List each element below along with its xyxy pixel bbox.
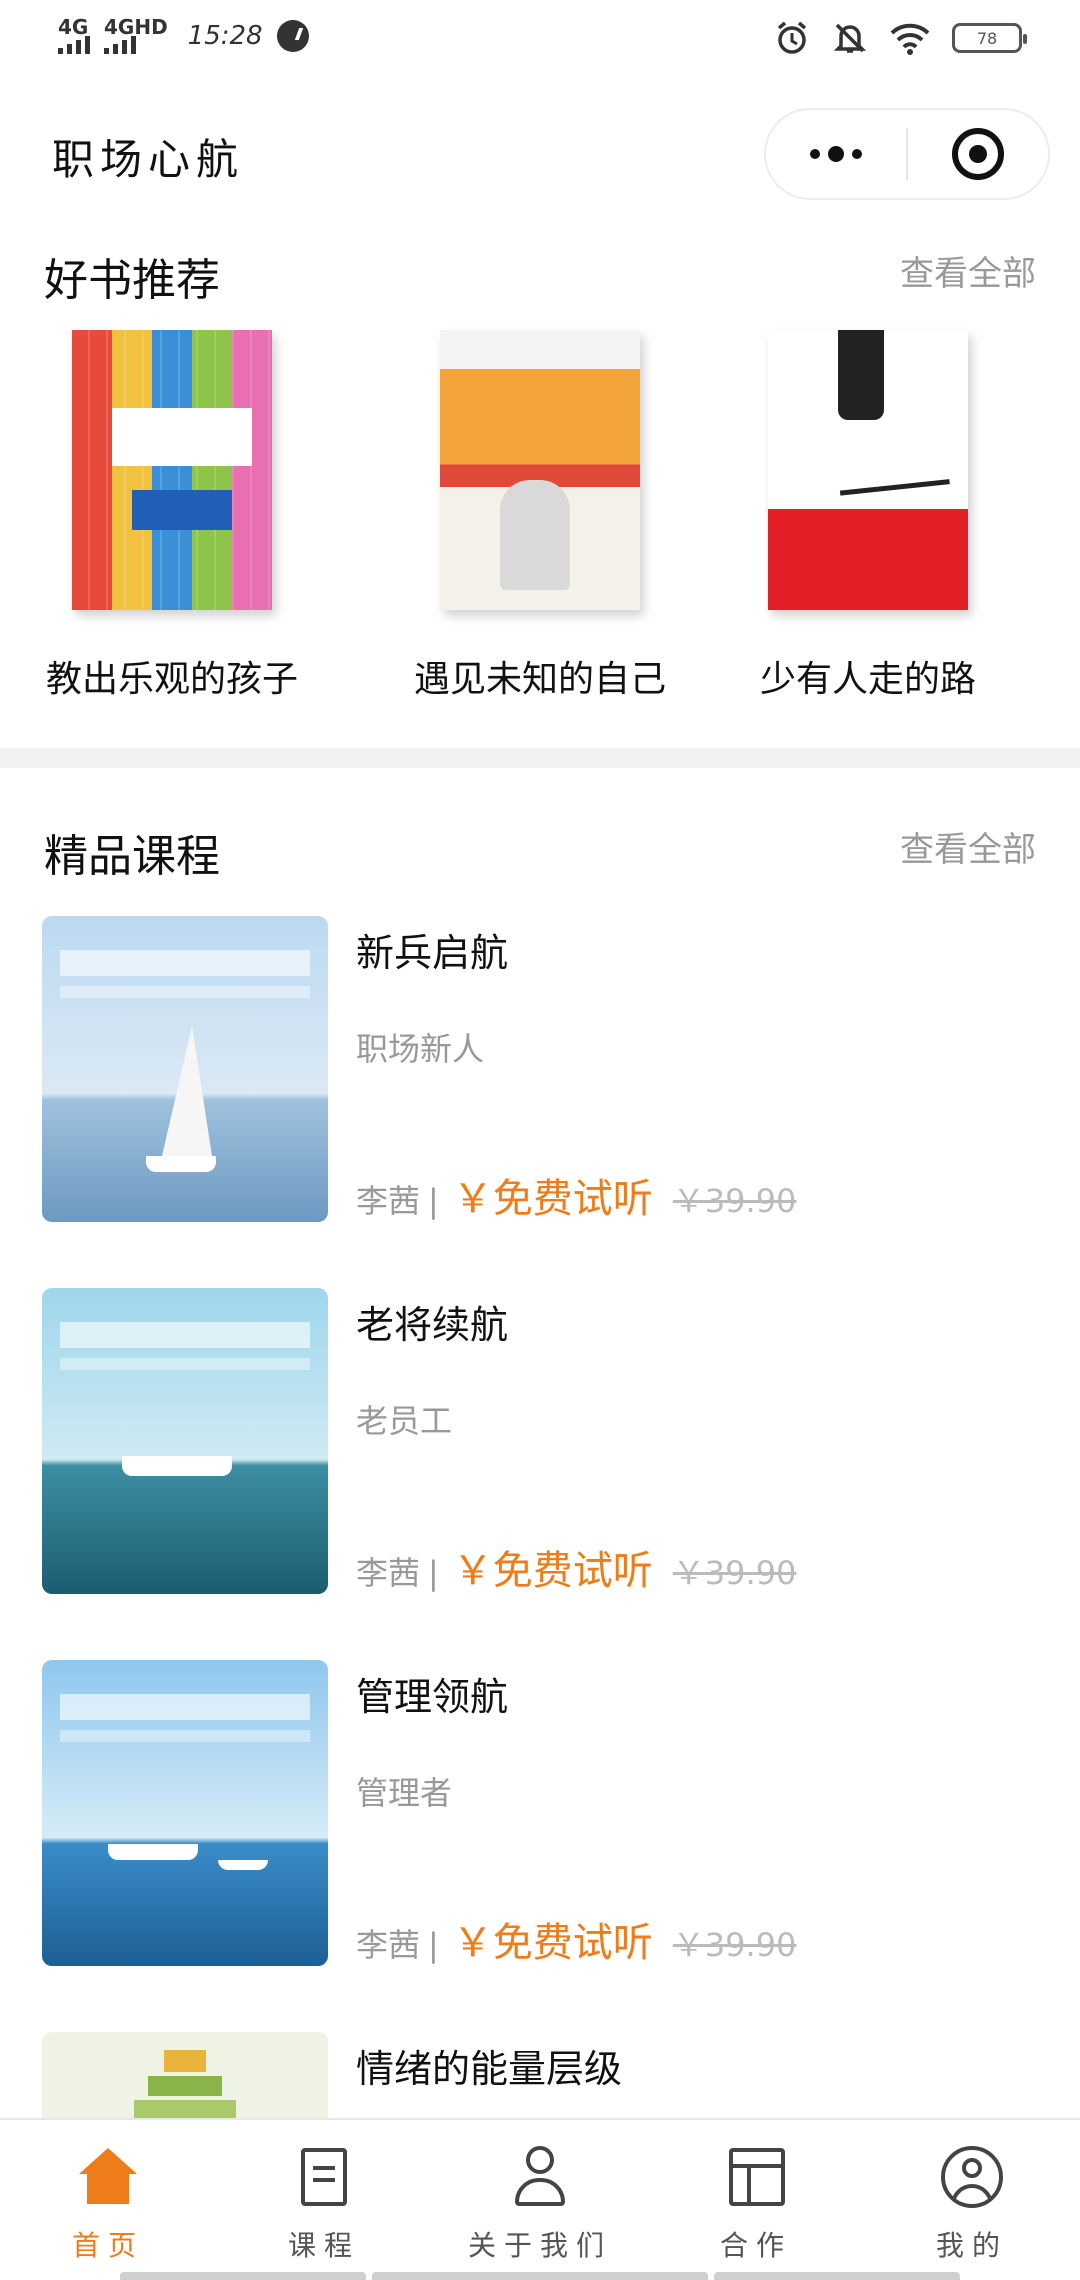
signal-bars-icon — [58, 36, 90, 54]
course-meta: 李茜 | ￥免费试听 ￥39.90 — [356, 1538, 796, 1596]
close-target-icon — [951, 128, 1004, 180]
signal-bars-icon — [104, 36, 136, 54]
wifi-icon — [890, 23, 930, 55]
tab-about-us[interactable]: 关于我们 — [432, 2120, 648, 2280]
status-bar: 4G 4GHD 15:28 78 — [0, 0, 1080, 84]
course-meta: 李茜 | ￥免费试听 ￥39.90 — [356, 1910, 796, 1968]
course-audience: 管理者 — [356, 1774, 453, 1812]
course-card[interactable]: 管理领航 管理者 李茜 | ￥免费试听 ￥39.90 — [0, 1660, 1080, 1970]
book-card[interactable]: 教出乐观的孩子 — [2, 330, 342, 710]
network-type-label: 4G — [58, 15, 89, 39]
user-icon — [509, 2146, 571, 2208]
free-trial-label: ￥免费试听 — [452, 1548, 653, 1594]
book-title: 少有人走的路 — [759, 659, 976, 700]
original-price: ￥39.90 — [672, 1926, 797, 1964]
more-options-button[interactable] — [766, 110, 906, 198]
document-icon — [293, 2146, 355, 2208]
book-cover — [440, 330, 640, 610]
course-thumbnail — [42, 1288, 328, 1594]
tab-label: 课程 — [287, 2229, 360, 2262]
books-section-header: 好书推荐 查看全部 — [0, 236, 1080, 306]
course-author: 李茜 — [356, 1554, 421, 1592]
status-bar-right: 78 — [774, 20, 1027, 56]
signal-indicator-1: 4G — [58, 15, 90, 54]
book-card[interactable]: 少有人走的路 — [698, 330, 1038, 710]
book-list: 教出乐观的孩子 遇见未知的自己 少有人走的路 — [0, 330, 1080, 710]
tab-courses[interactable]: 课程 — [216, 2120, 432, 2280]
mini-program-capsule — [764, 108, 1050, 200]
courses-section-header: 精品课程 查看全部 — [0, 812, 1080, 882]
tab-cooperation[interactable]: 合作 — [648, 2120, 864, 2280]
courses-view-all-link[interactable]: 查看全部 — [900, 822, 1036, 871]
book-cover — [72, 330, 272, 610]
clock: 15:28 — [187, 21, 263, 51]
books-view-all-link[interactable]: 查看全部 — [900, 246, 1036, 295]
tab-mine[interactable]: 我的 — [864, 2120, 1080, 2280]
books-section-title: 好书推荐 — [44, 255, 220, 306]
course-title: 情绪的能量层级 — [356, 2047, 623, 2091]
gesture-bar — [120, 2272, 366, 2280]
book-title: 遇见未知的自己 — [413, 659, 666, 700]
meta-separator: | — [428, 1554, 439, 1592]
course-title: 老将续航 — [356, 1303, 509, 1347]
gesture-bar — [714, 2272, 960, 2280]
bottom-tab-bar: 首页 课程 关于我们 合作 我的 — [0, 2118, 1080, 2280]
profile-icon — [941, 2146, 1003, 2208]
course-thumbnail — [42, 1660, 328, 1966]
course-audience: 职场新人 — [356, 1030, 485, 1068]
gesture-bar — [372, 2272, 708, 2280]
more-dots-icon — [810, 146, 862, 162]
free-trial-label: ￥免费试听 — [452, 1920, 653, 1966]
page-title: 职场心航 — [52, 135, 245, 184]
original-price: ￥39.90 — [672, 1554, 797, 1592]
meta-separator: | — [428, 1182, 439, 1220]
home-icon — [77, 2146, 139, 2208]
tab-label: 我的 — [935, 2229, 1008, 2262]
original-price: ￥39.90 — [672, 1182, 797, 1220]
free-trial-label: ￥免费试听 — [452, 1176, 653, 1222]
battery-level: 78 — [976, 28, 998, 48]
course-thumbnail — [42, 916, 328, 1222]
course-author: 李茜 — [356, 1926, 421, 1964]
network-type-label: 4GHD — [104, 15, 168, 39]
signal-indicator-2: 4GHD — [104, 15, 168, 54]
course-title: 新兵启航 — [356, 931, 509, 975]
mute-bell-icon — [833, 23, 867, 53]
status-bar-left: 4G 4GHD 15:28 — [58, 15, 309, 54]
tab-label: 关于我们 — [467, 2229, 612, 2262]
book-card[interactable]: 遇见未知的自己 — [370, 330, 710, 710]
courses-section-title: 精品课程 — [44, 831, 220, 882]
alarm-icon — [777, 21, 807, 54]
mini-program-nav-bar: 职场心航 — [0, 84, 1080, 234]
layout-icon — [725, 2146, 787, 2208]
tab-label: 合作 — [719, 2229, 792, 2262]
book-title: 教出乐观的孩子 — [45, 659, 298, 700]
course-card[interactable]: 新兵启航 职场新人 李茜 | ￥免费试听 ￥39.90 — [0, 916, 1080, 1226]
app-notification-icon — [276, 20, 309, 52]
tab-home[interactable]: 首页 — [0, 2120, 216, 2280]
course-audience: 老员工 — [356, 1402, 453, 1440]
course-title: 管理领航 — [356, 1675, 509, 1719]
course-card[interactable]: 老将续航 老员工 李茜 | ￥免费试听 ￥39.90 — [0, 1288, 1080, 1598]
meta-separator: | — [428, 1926, 439, 1964]
section-divider — [0, 748, 1080, 768]
close-mini-program-button[interactable] — [908, 110, 1048, 198]
course-author: 李茜 — [356, 1182, 421, 1220]
course-meta: 李茜 | ￥免费试听 ￥39.90 — [356, 1166, 796, 1224]
battery-icon: 78 — [952, 23, 1027, 53]
tab-label: 首页 — [71, 2229, 144, 2262]
book-cover — [768, 330, 968, 610]
